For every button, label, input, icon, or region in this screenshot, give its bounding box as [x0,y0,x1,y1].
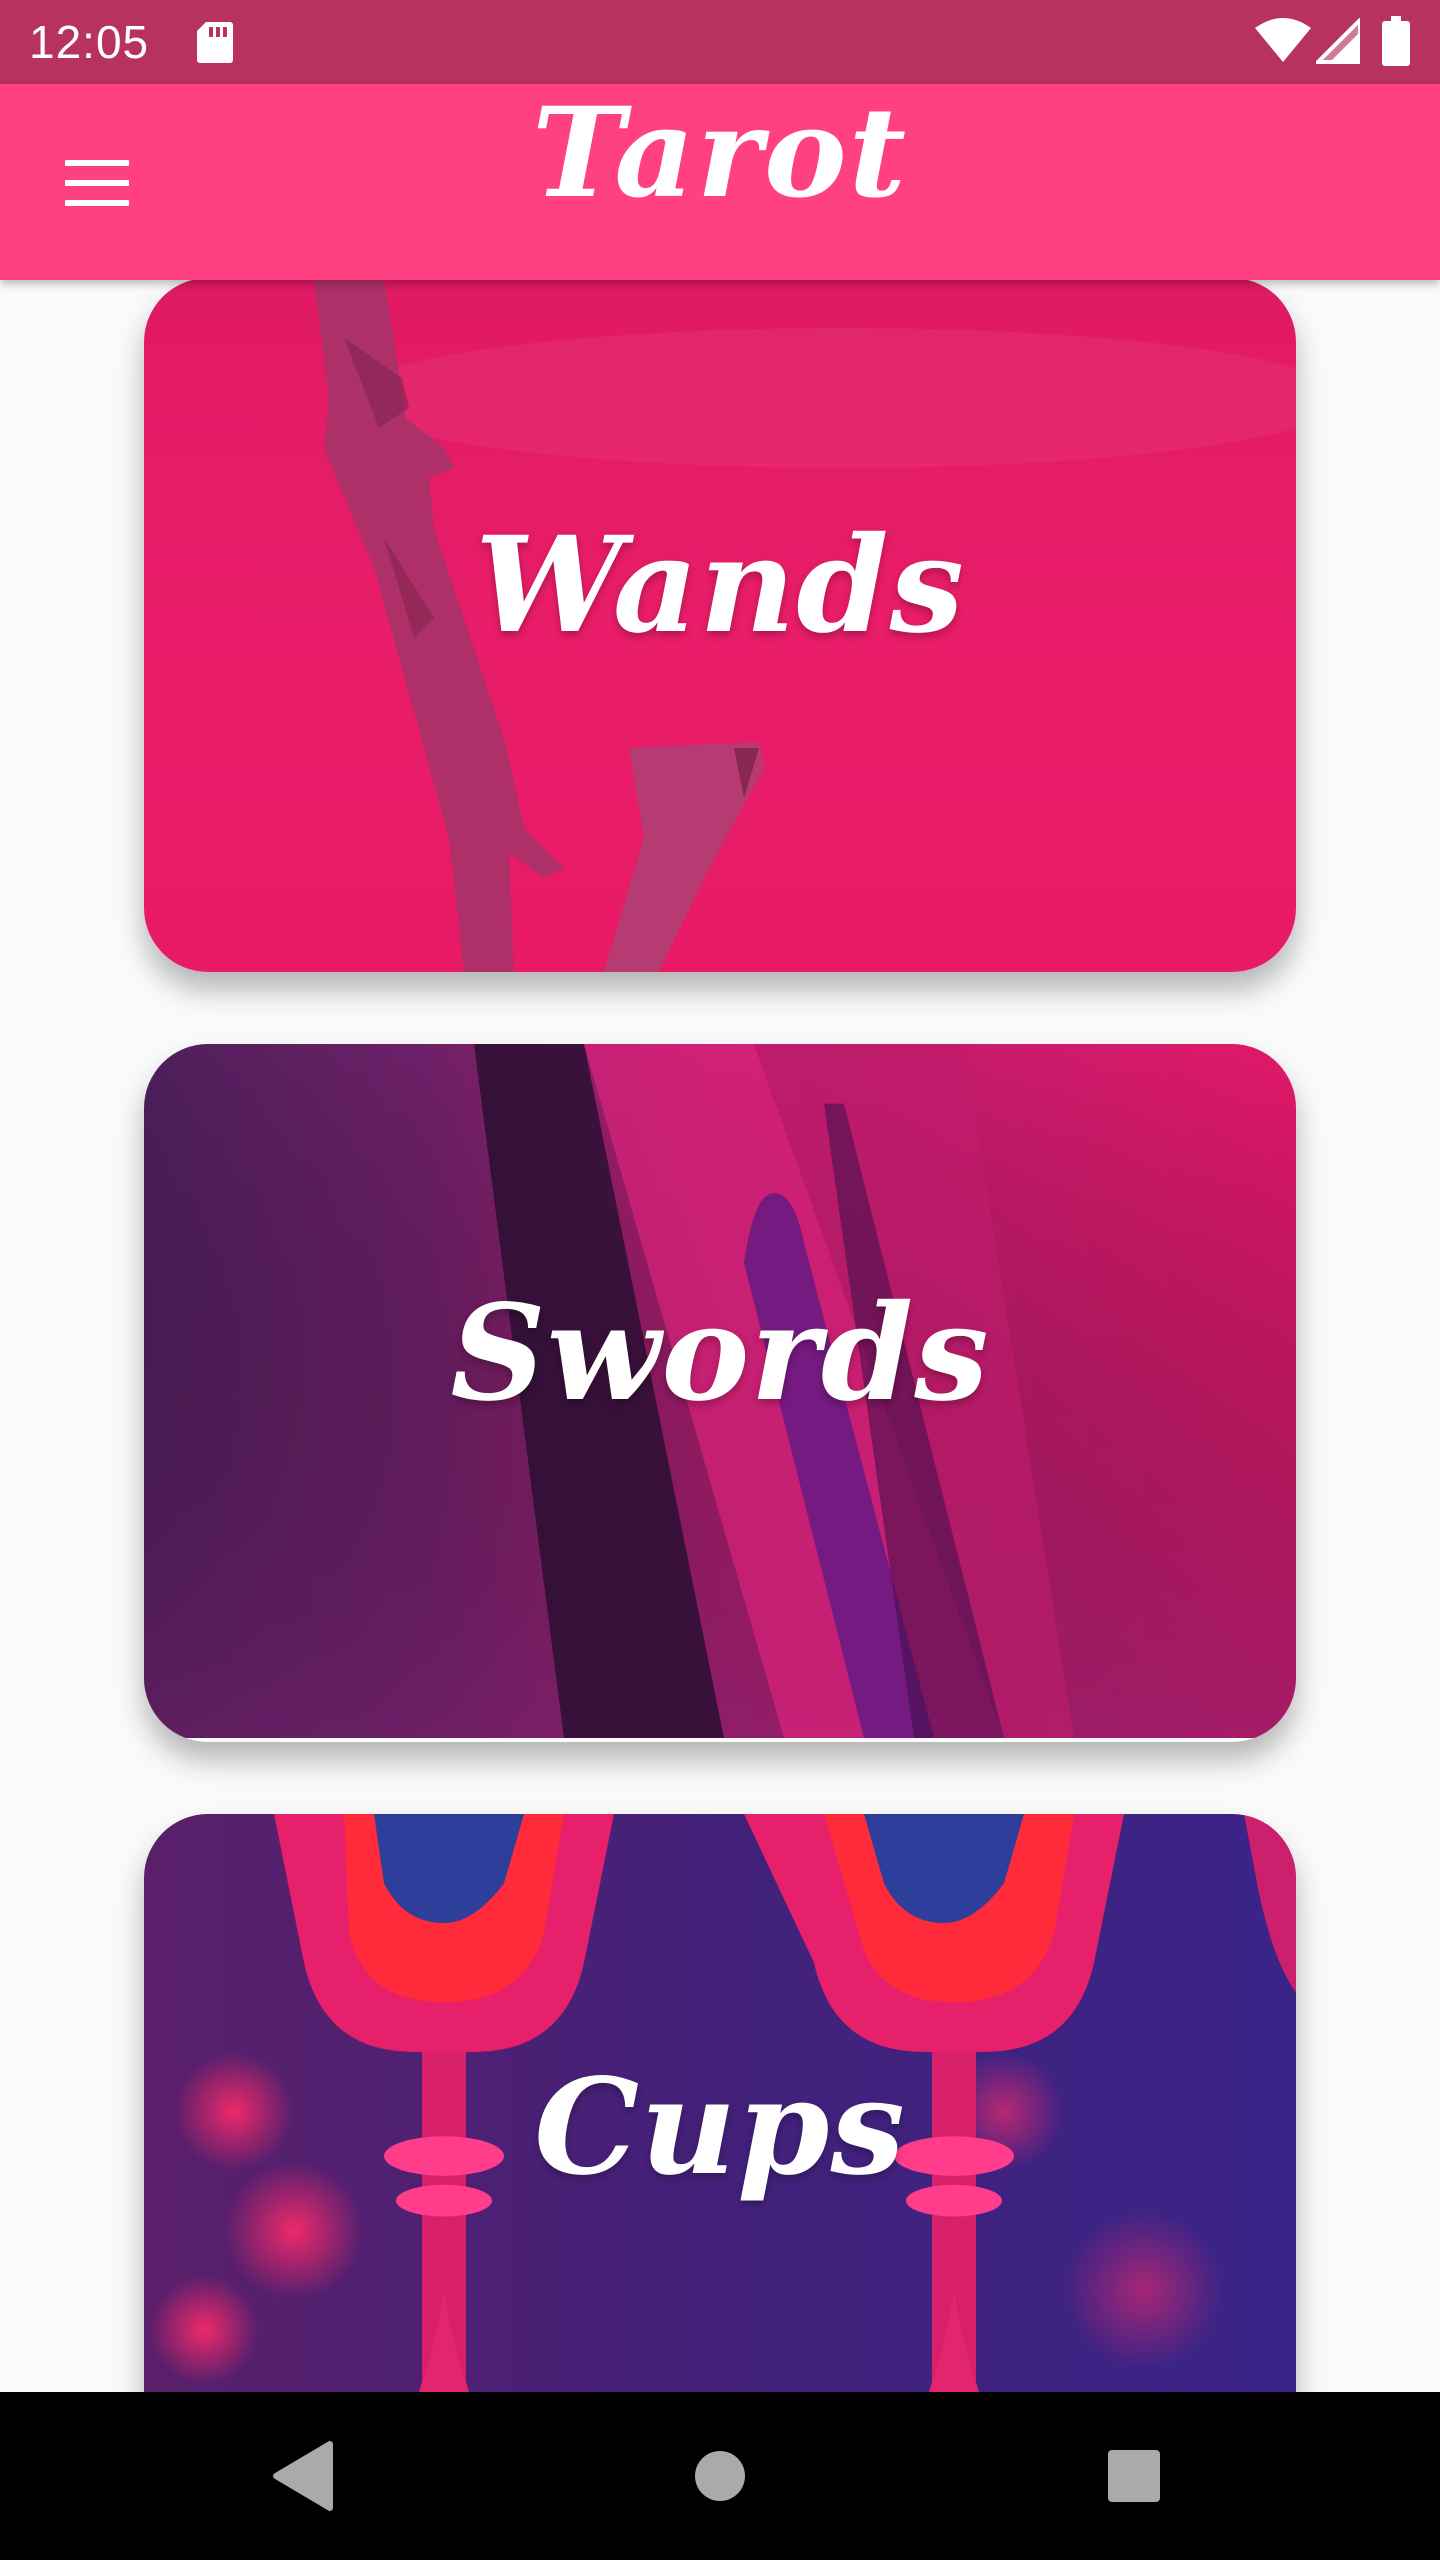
card-label-cups: Cups [534,2050,906,2205]
back-icon[interactable] [270,2436,336,2516]
card-swords[interactable]: Swords [144,1044,1296,1742]
navigation-bar [0,2392,1440,2560]
card-label-swords: Swords [450,1276,990,1431]
card-wands[interactable]: Wands [144,280,1296,972]
app-bar: Tarot [0,81,1440,280]
recents-icon[interactable] [1108,2450,1160,2502]
home-icon[interactable] [694,2450,746,2502]
card-cups[interactable]: Cups [144,1814,1296,2392]
app-title: Tarot [531,81,909,226]
card-label-wands: Wands [475,508,965,663]
card-list[interactable]: Wands Swords Cups [0,280,1440,2392]
